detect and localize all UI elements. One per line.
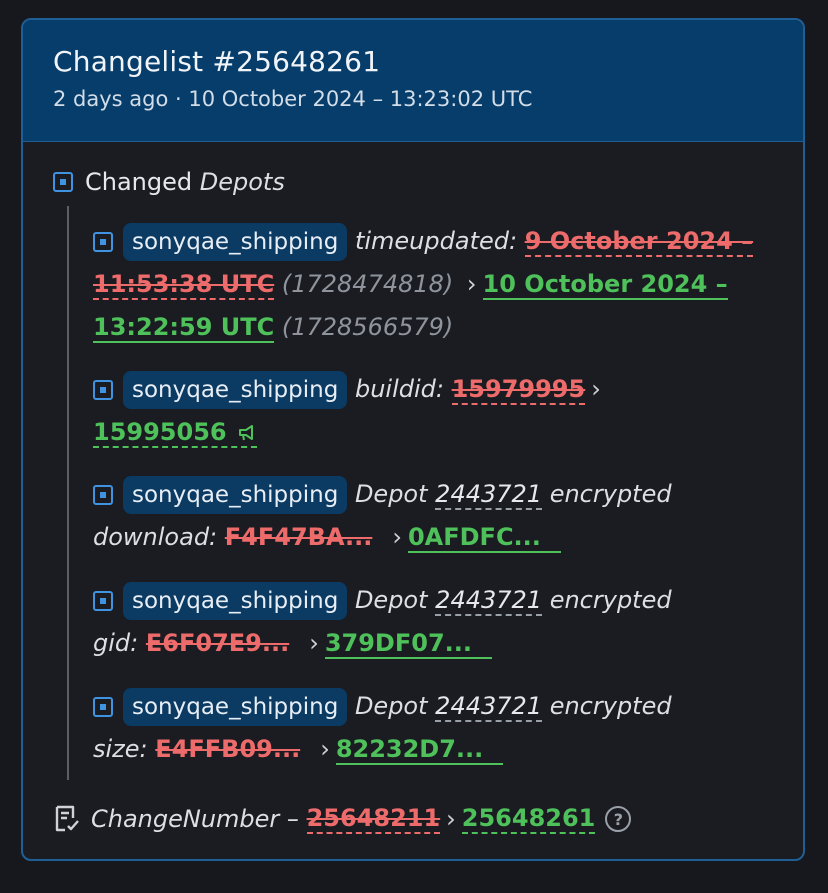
app-badge[interactable]: sonyqae_shipping	[123, 582, 348, 620]
depot-prefix: Depot	[354, 480, 428, 508]
new-value[interactable]: 82232D7...	[335, 735, 504, 765]
depot-prefix: Depot	[354, 586, 428, 614]
field-key: gid:	[93, 629, 139, 657]
card-header: Changelist #25648261 2 days ago · 10 Oct…	[23, 20, 803, 142]
help-icon[interactable]: ?	[605, 806, 632, 832]
depot-suffix: encrypted	[549, 692, 672, 720]
change-arrow: ›	[309, 629, 319, 657]
app-badge[interactable]: sonyqae_shipping	[123, 688, 348, 726]
app-badge[interactable]: sonyqae_shipping	[123, 223, 348, 261]
square-dot-icon	[93, 232, 113, 252]
section-label: Changed	[85, 168, 193, 196]
megaphone-icon	[238, 425, 253, 441]
section-label-italic: Depots	[199, 168, 285, 196]
change-arrow: ›	[591, 375, 601, 403]
field-key: size:	[93, 735, 148, 763]
document-check-icon	[55, 805, 79, 832]
square-dot-icon	[93, 697, 113, 717]
field-key: buildid:	[354, 375, 444, 403]
old-change-number[interactable]: 25648211	[306, 804, 441, 834]
changelist-title[interactable]: Changelist #25648261	[53, 44, 803, 80]
change-arrow: ›	[320, 735, 330, 763]
list-item: sonyqae_shipping buildid: 15979995 › 1599…	[93, 368, 773, 454]
old-value[interactable]: F4F47BA...	[225, 523, 373, 551]
change-number-row: ChangeNumber – 25648211 › 25648261 ?	[53, 804, 632, 834]
change-arrow: ›	[392, 523, 402, 551]
field-key: download:	[93, 523, 218, 551]
change-arrow: ›	[446, 805, 456, 833]
new-raw-value: (1728566579)	[281, 313, 454, 341]
app-badge[interactable]: sonyqae_shipping	[123, 371, 348, 409]
tree-connector	[67, 206, 69, 780]
new-change-number[interactable]: 25648261	[461, 804, 596, 834]
list-item: sonyqae_shipping Depot 2443721 encrypted…	[93, 579, 773, 665]
square-dot-icon	[93, 591, 113, 611]
list-item: sonyqae_shipping Depot 2443721 encrypted…	[93, 685, 773, 771]
depot-id-link[interactable]: 2443721	[435, 692, 543, 722]
changed-depots-heading: Changed Depots	[53, 168, 285, 196]
depot-suffix: encrypted	[549, 586, 672, 614]
change-number-label: ChangeNumber –	[91, 805, 299, 833]
old-value[interactable]: E6F07E9...	[146, 629, 289, 657]
app-badge[interactable]: sonyqae_shipping	[123, 476, 348, 514]
depot-id-link[interactable]: 2443721	[435, 586, 543, 616]
list-item: sonyqae_shipping timeupdated: 9 October …	[93, 220, 773, 349]
depot-prefix: Depot	[354, 692, 428, 720]
change-arrow: ›	[466, 270, 477, 298]
square-dot-icon	[53, 172, 73, 192]
new-value[interactable]: 15995056	[93, 418, 257, 448]
new-value-text: 15995056	[93, 418, 227, 446]
new-value[interactable]: 379DF07...	[324, 629, 492, 659]
square-dot-icon	[93, 485, 113, 505]
changelist-timestamp: 2 days ago · 10 October 2024 – 13:23:02 …	[53, 87, 533, 111]
new-value[interactable]: 0AFDFC...	[407, 523, 561, 553]
old-value[interactable]: E4FFB09...	[155, 735, 300, 763]
old-raw-value: (1728474818)	[281, 270, 454, 298]
depot-suffix: encrypted	[549, 480, 672, 508]
square-dot-icon	[93, 380, 113, 400]
depot-id-link[interactable]: 2443721	[435, 480, 543, 510]
list-item: sonyqae_shipping Depot 2443721 encrypted…	[93, 473, 773, 559]
field-key: timeupdated:	[354, 227, 518, 255]
old-value: 15979995	[451, 375, 586, 405]
